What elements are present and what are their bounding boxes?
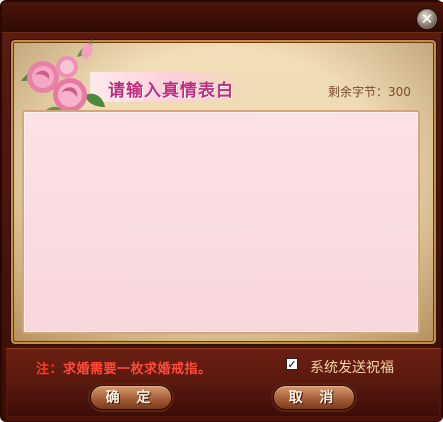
note-prefix: 注： [36,362,64,377]
send-blessing-checkbox[interactable]: ✓ [286,358,298,370]
remaining-bytes-label: 剩余字节：300 [328,85,411,99]
dialog-title: 请输入真情表白 [108,81,234,101]
rose-icon [21,39,105,116]
message-input[interactable] [22,110,420,334]
confirm-button[interactable]: 确 定 [90,385,172,410]
dialog-frame: ✕ 请输入真情表白 剩余字节：300 注：求婚需要一枚求婚戒指。 ✓ 系统发送祝… [0,0,443,422]
cancel-button[interactable]: 取 消 [273,385,355,410]
close-button[interactable]: ✕ [416,8,438,30]
dialog-titlebar [2,2,443,33]
send-blessing-label: 系统发送祝福 [310,360,394,376]
button-row [8,380,439,416]
note-text: 注：求婚需要一枚求婚戒指。 [36,358,212,377]
note-message: 求婚需要一枚求婚戒指。 [63,362,212,377]
close-icon: ✕ [420,10,434,28]
